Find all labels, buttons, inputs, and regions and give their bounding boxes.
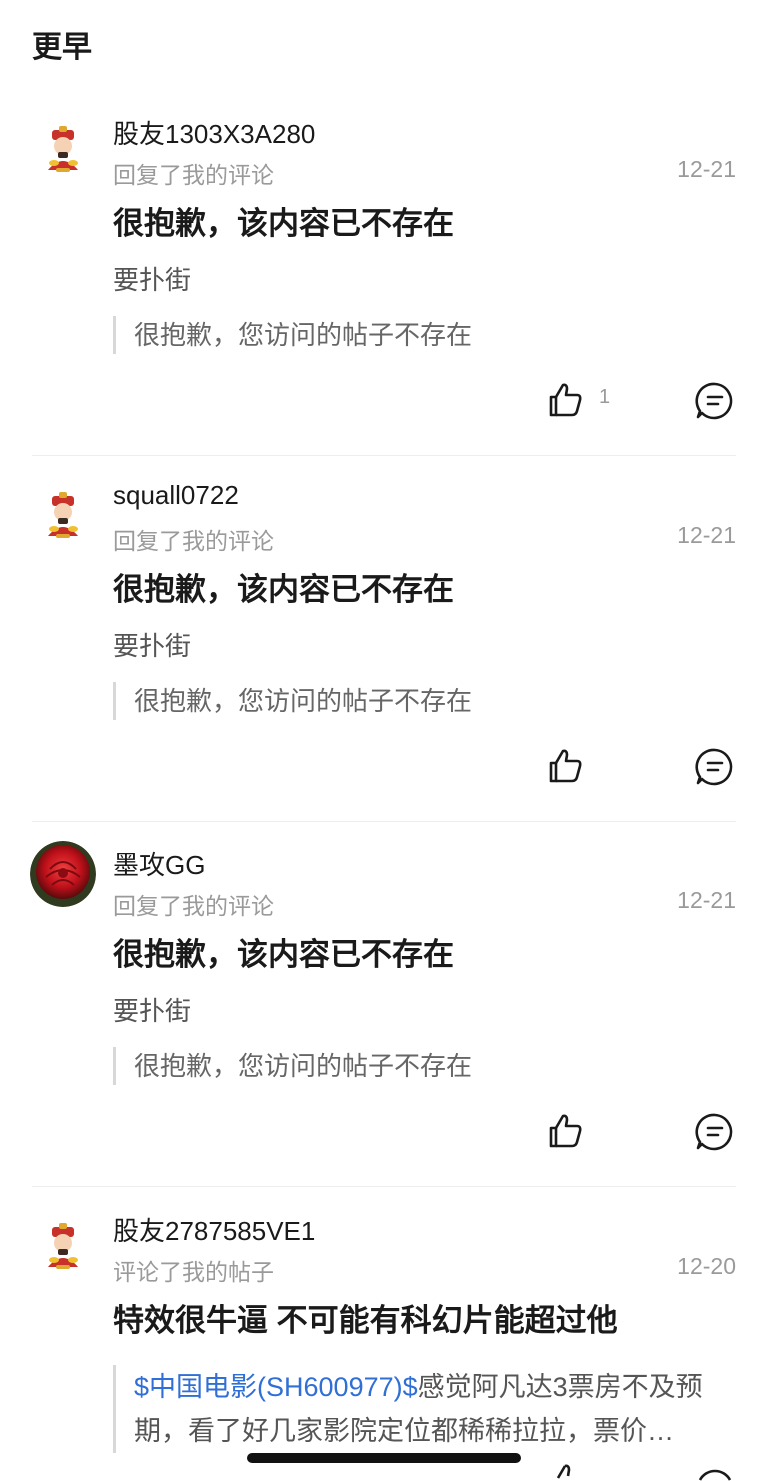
divider (32, 821, 736, 822)
action-text: 回复了我的评论 (113, 893, 274, 919)
stock-link[interactable]: $中国电影(SH600977)$ (134, 1372, 418, 1402)
username[interactable]: 墨攻GG (113, 845, 205, 882)
action-bar (0, 744, 768, 792)
avatar[interactable] (30, 841, 96, 907)
like-button[interactable] (545, 1109, 599, 1153)
timestamp: 12-21 (677, 887, 736, 913)
thumbs-up-icon (556, 1464, 571, 1479)
action-bar (0, 1109, 768, 1157)
quoted-post[interactable]: 很抱歉，您访问的帖子不存在 (113, 1047, 734, 1085)
timestamp: 12-20 (677, 1253, 736, 1279)
my-comment: 要扑街 (113, 265, 192, 295)
username[interactable]: 股友1303X3A280 (113, 114, 315, 151)
avatar[interactable] (30, 1213, 96, 1279)
thumbs-up-icon (549, 383, 582, 417)
divider (32, 455, 736, 456)
like-button[interactable] (545, 744, 599, 788)
reply-button[interactable] (694, 1111, 736, 1153)
like-button[interactable]: 1 (545, 378, 610, 422)
thumbs-up-icon (549, 1114, 582, 1148)
reply-button[interactable] (694, 380, 736, 422)
my-comment: 要扑街 (113, 631, 192, 661)
timestamp: 12-21 (677, 156, 736, 182)
divider (32, 1186, 736, 1187)
like-count: 1 (599, 385, 611, 408)
avatar[interactable] (30, 482, 96, 548)
avatar[interactable] (30, 116, 96, 182)
quoted-post[interactable]: $中国电影(SH600977)$感觉阿凡达3票房不及预期，看了好几家影院定位都稀… (113, 1365, 739, 1453)
section-title: 更早 (32, 31, 92, 64)
comment-reply-icon (695, 382, 733, 420)
action-text: 评论了我的帖子 (113, 1259, 274, 1285)
timestamp: 12-21 (677, 522, 736, 548)
comment-reply-icon (695, 1113, 733, 1151)
my-comment: 要扑街 (113, 996, 192, 1026)
comment-reply-icon (698, 1469, 732, 1481)
home-indicator[interactable] (247, 1453, 521, 1463)
reply-content[interactable]: 很抱歉，该内容已不存在 (113, 929, 454, 974)
thumbs-up-icon (549, 749, 582, 783)
action-text: 回复了我的评论 (113, 528, 274, 554)
comment-reply-icon (695, 748, 733, 786)
action-text: 回复了我的评论 (113, 162, 274, 188)
quoted-post[interactable]: 很抱歉，您访问的帖子不存在 (113, 316, 734, 354)
username[interactable]: squall0722 (113, 480, 239, 511)
reply-button[interactable] (694, 746, 736, 788)
quoted-post[interactable]: 很抱歉，您访问的帖子不存在 (113, 682, 734, 720)
caishen-avatar-icon (30, 482, 96, 548)
caishen-avatar-icon (30, 116, 96, 182)
comment-content[interactable]: 特效很牛逼 不可能有科幻片能超过他 (113, 1295, 618, 1340)
reply-content[interactable]: 很抱歉，该内容已不存在 (113, 198, 454, 243)
action-bar: 1 (0, 378, 768, 426)
reply-content[interactable]: 很抱歉，该内容已不存在 (113, 564, 454, 609)
caishen-avatar-icon (30, 1213, 96, 1279)
red-rose-avatar-icon (30, 841, 96, 907)
username[interactable]: 股友2787585VE1 (113, 1211, 315, 1248)
